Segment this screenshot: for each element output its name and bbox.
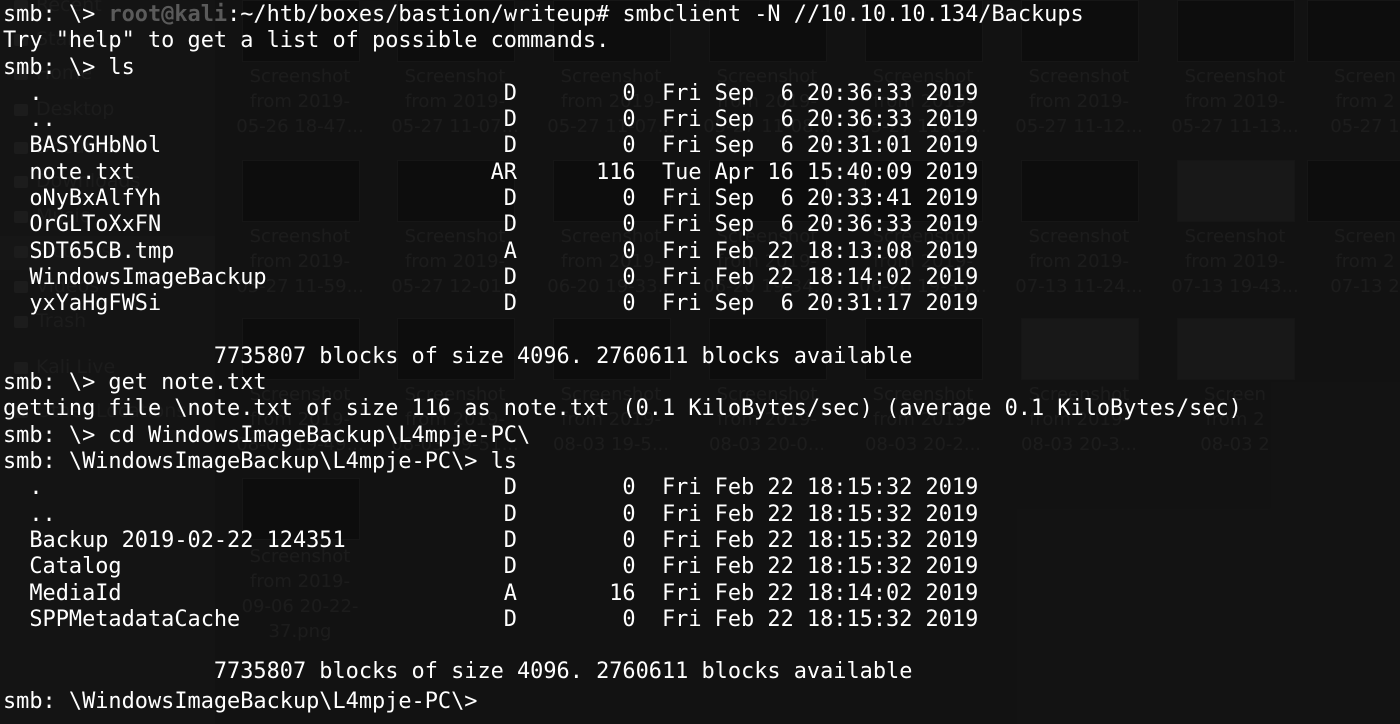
terminal-line-text: 7735807 blocks of size 4096. 2760611 blo… [3,659,913,685]
terminal-line: smb: \WindowsImageBackup\L4mpje-PC\> [3,686,1242,714]
terminal-line: getting file \note.txt of size 116 as no… [3,396,1242,422]
terminal-line-text: OrGLToXxFN D 0 Fri Sep 6 20:36:33 2019 [3,212,979,238]
terminal-window[interactable]: smb: \> root@kali:~/htb/boxes/bastion/wr… [0,0,1400,724]
terminal-line-text: SPPMetadataCache D 0 Fri Feb 22 18:15:32… [3,606,979,632]
terminal-line-text: WindowsImageBackup D 0 Fri Feb 22 18:14:… [3,264,979,290]
terminal-output: smb: \> root@kali:~/htb/boxes/bastion/wr… [3,2,1242,714]
terminal-line-text: Backup 2019-02-22 124351 D 0 Fri Feb 22 … [3,527,979,553]
terminal-line-text: . D 0 Fri Sep 6 20:36:33 2019 [3,80,979,106]
terminal-line: SDT65CB.tmp A 0 Fri Feb 22 18:13:08 2019 [3,239,1242,265]
terminal-line: smb: \> root@kali:~/htb/boxes/bastion/wr… [3,2,1242,28]
terminal-line: .. D 0 Fri Sep 6 20:36:33 2019 [3,107,1242,133]
terminal-line: 7735807 blocks of size 4096. 2760611 blo… [3,344,1242,370]
terminal-line-text: Catalog D 0 Fri Feb 22 18:15:32 2019 [3,554,979,580]
terminal-line: smb: \WindowsImageBackup\L4mpje-PC\> ls [3,449,1242,475]
terminal-line-text: .. D 0 Fri Sep 6 20:36:33 2019 [3,107,979,133]
terminal-user-host: root@kali [108,2,228,27]
terminal-line: BASYGHbNol D 0 Fri Sep 6 20:31:01 2019 [3,133,1242,159]
terminal-line-text: smb: \WindowsImageBackup\L4mpje-PC\> [3,688,491,714]
terminal-line: WindowsImageBackup D 0 Fri Feb 22 18:14:… [3,265,1242,291]
terminal-line: oNyBxAlfYh D 0 Fri Sep 6 20:33:41 2019 [3,186,1242,212]
terminal-line: smb: \> get note.txt [3,370,1242,396]
terminal-line-text: getting file \note.txt of size 116 as no… [3,396,1242,422]
terminal-line-text: .. D 0 Fri Feb 22 18:15:32 2019 [3,501,979,527]
terminal-line: Backup 2019-02-22 124351 D 0 Fri Feb 22 … [3,528,1242,554]
terminal-line: . D 0 Fri Feb 22 18:15:32 2019 [3,475,1242,501]
terminal-line-text: yxYaHgFWSi D 0 Fri Sep 6 20:31:17 2019 [3,291,979,317]
terminal-line: smb: \> ls [3,55,1242,81]
terminal-line: 7735807 blocks of size 4096. 2760611 blo… [3,659,1242,685]
terminal-line-text: MediaId A 16 Fri Feb 22 18:14:02 2019 [3,580,979,606]
terminal-line: . D 0 Fri Sep 6 20:36:33 2019 [3,81,1242,107]
terminal-line-text: 7735807 blocks of size 4096. 2760611 blo… [3,343,913,369]
terminal-line-text: Try "help" to get a list of possible com… [3,28,610,54]
terminal-cursor [491,686,503,708]
terminal-prompt: smb: \> [3,2,109,27]
terminal-line-text: smb: \> cd WindowsImageBackup\L4mpje-PC\ [3,422,531,448]
terminal-line: smb: \> cd WindowsImageBackup\L4mpje-PC\ [3,423,1242,449]
terminal-line: .. D 0 Fri Feb 22 18:15:32 2019 [3,502,1242,528]
terminal-line: SPPMetadataCache D 0 Fri Feb 22 18:15:32… [3,607,1242,633]
terminal-line: note.txt AR 116 Tue Apr 16 15:40:09 2019 [3,160,1242,186]
terminal-line: MediaId A 16 Fri Feb 22 18:14:02 2019 [3,581,1242,607]
terminal-line-text: oNyBxAlfYh D 0 Fri Sep 6 20:33:41 2019 [3,186,979,212]
terminal-line: yxYaHgFWSi D 0 Fri Sep 6 20:31:17 2019 [3,291,1242,317]
terminal-line-text: note.txt AR 116 Tue Apr 16 15:40:09 2019 [3,159,979,185]
terminal-line-text: smb: \> get note.txt [3,370,267,396]
terminal-line: Catalog D 0 Fri Feb 22 18:15:32 2019 [3,554,1242,580]
terminal-line-text: BASYGHbNol D 0 Fri Sep 6 20:31:01 2019 [3,133,979,159]
terminal-line: Try "help" to get a list of possible com… [3,28,1242,54]
terminal-command: :~/htb/boxes/bastion/writeup# smbclient … [227,2,1084,27]
terminal-line-text: . D 0 Fri Feb 22 18:15:32 2019 [3,475,979,501]
terminal-line-text: SDT65CB.tmp A 0 Fri Feb 22 18:13:08 2019 [3,238,979,264]
terminal-line-text: smb: \> ls [3,54,135,80]
terminal-line: OrGLToXxFN D 0 Fri Sep 6 20:36:33 2019 [3,212,1242,238]
terminal-line-text: smb: \WindowsImageBackup\L4mpje-PC\> ls [3,449,517,475]
